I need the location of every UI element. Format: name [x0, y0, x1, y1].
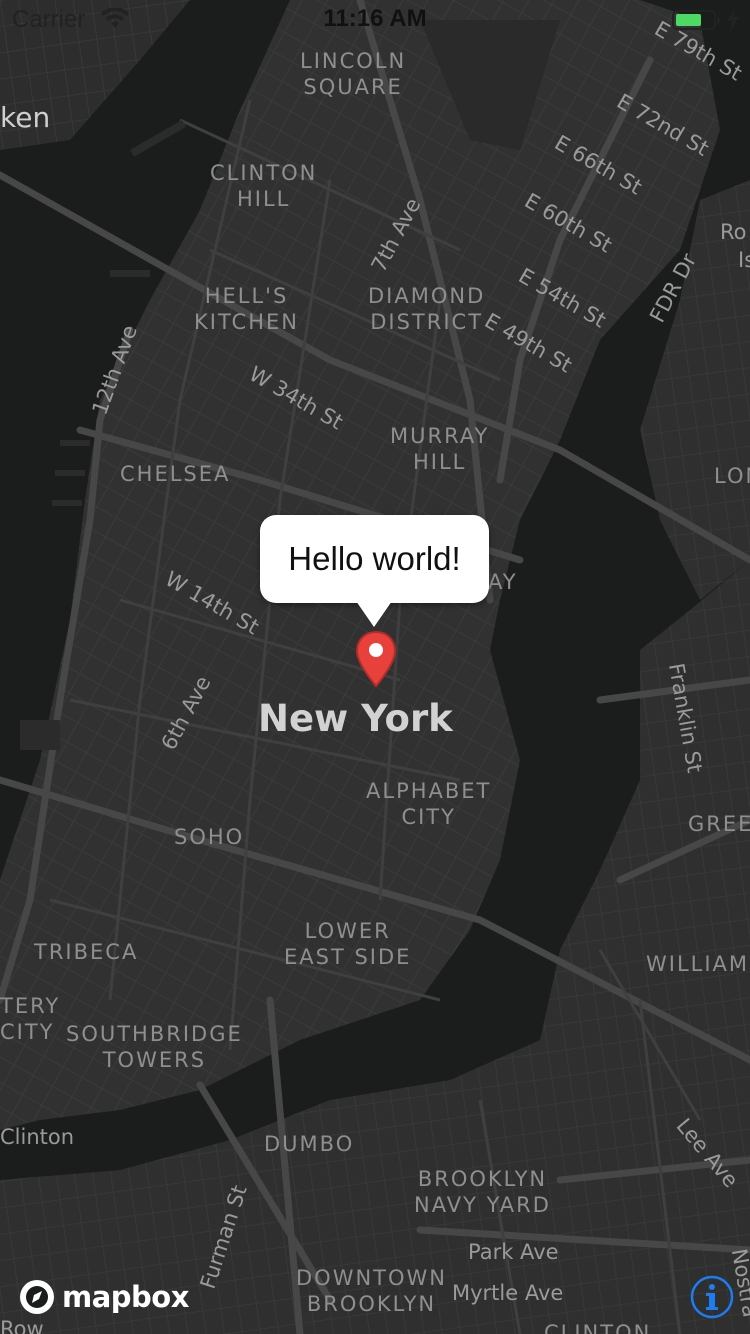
label-city-new-york: New York	[258, 697, 453, 740]
label-tribeca: TRIBECA	[34, 940, 139, 964]
charging-bolt-icon	[727, 8, 739, 32]
annotation-callout[interactable]: Hello world!	[260, 515, 489, 627]
label-soho: SOHO	[174, 825, 245, 849]
label-lincoln-square: LINCOLN SQUARE	[300, 49, 407, 99]
street-row: Row	[0, 1317, 44, 1334]
label-dumbo: DUMBO	[264, 1132, 355, 1156]
label-flatiron-fragment: AY	[488, 570, 518, 594]
label-murray-hill: MURRAY HILL	[390, 424, 490, 474]
mapbox-logo-text: mapbox	[62, 1280, 189, 1314]
info-icon[interactable]	[690, 1275, 734, 1319]
status-bar: Carrier 11:16 AM	[0, 0, 750, 40]
label-greenpoint: GREE	[688, 812, 750, 836]
battery-nub	[717, 17, 720, 24]
label-lower-east-side: LOWER EAST SIDE	[284, 919, 412, 969]
map-pin-icon[interactable]	[355, 630, 397, 688]
street-clinton: Clinton	[0, 1125, 75, 1149]
map-screen[interactable]: LINCOLN SQUARE CLINTON HILL HELL'S KITCHEN …	[0, 0, 750, 1334]
label-long-island: LON	[714, 464, 750, 488]
label-clinton-hill-bk: CLINTON	[544, 1321, 652, 1334]
battery-icon	[672, 10, 720, 30]
label-williamsburg: WILLIAMS	[646, 952, 750, 976]
label-alphabet-city: ALPHABET CITY	[366, 779, 492, 829]
street-myrtle-ave: Myrtle Ave	[452, 1281, 564, 1305]
label-southbridge-towers: SOUTHBRIDGE TOWERS	[66, 1022, 243, 1072]
callout-title: Hello world!	[288, 540, 461, 577]
label-roosevelt-island: Ro Is	[720, 220, 750, 272]
mapbox-logo[interactable]: mapbox	[18, 1276, 189, 1318]
label-chelsea: CHELSEA	[120, 462, 231, 486]
battery-fill	[676, 14, 701, 26]
status-time: 11:16 AM	[323, 5, 427, 32]
mapbox-logo-icon	[20, 1280, 54, 1314]
label-clinton-hill: CLINTON HILL	[210, 161, 318, 211]
label-hoboken: ken	[0, 101, 51, 134]
street-park-ave: Park Ave	[468, 1240, 559, 1264]
label-brooklyn-navy-yard: BROOKLYN NAVY YARD	[414, 1167, 551, 1217]
label-diamond-district: DIAMOND DISTRICT	[368, 284, 486, 334]
callout-tail	[356, 601, 392, 627]
label-hells-kitchen: HELL'S KITCHEN	[194, 284, 299, 334]
label-battery-city: TERY CITY	[0, 994, 61, 1044]
label-downtown-brooklyn: DOWNTOWN BROOKLYN	[296, 1266, 448, 1316]
